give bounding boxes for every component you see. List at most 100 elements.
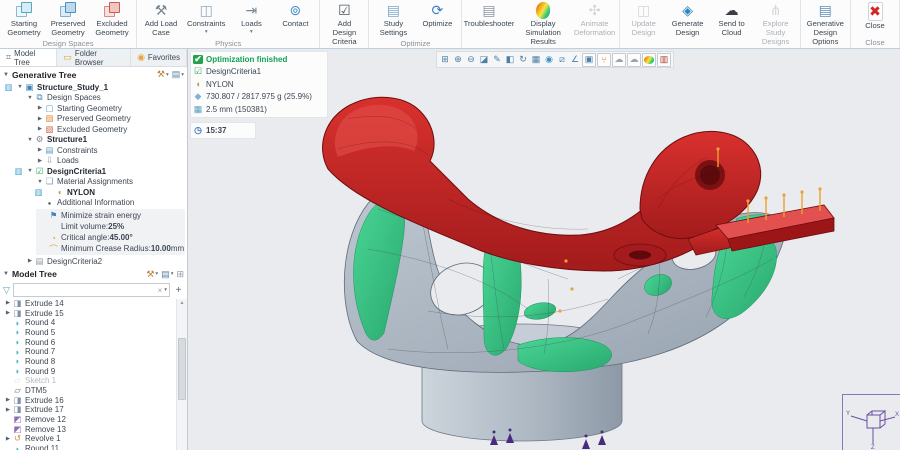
orientation-triad[interactable]: X Y Z (842, 394, 900, 450)
filter-dropdown-icon[interactable]: ▾ (164, 287, 167, 293)
dropdown-caret-icon[interactable]: ▾ (250, 29, 253, 35)
zoom-out-icon[interactable]: ⊖ (465, 54, 477, 66)
sidebar-tab-folder-browser[interactable]: ▭Folder Browser (57, 49, 131, 66)
tree-item-minimize-strain-energy[interactable]: ⚑Minimize strain energy (38, 210, 183, 221)
tree-item-design-spaces[interactable]: ▼⧉Design Spaces (0, 93, 187, 104)
add-filter-button[interactable]: + (173, 285, 184, 296)
optimize-button[interactable]: ⟳Optimize (415, 1, 459, 30)
send-to-cloud-button[interactable]: ☁Send to Cloud (710, 1, 754, 39)
collapse-arrow-icon[interactable]: ▼ (16, 84, 24, 90)
generative-design-options-button[interactable]: ▤Generative Design Options (803, 1, 848, 48)
scrollbar[interactable]: ▲ (176, 299, 187, 450)
tree-item-revolve-1[interactable]: ▶↺Revolve 1 (0, 434, 177, 444)
sidebar-tab-favorites[interactable]: ◉Favorites (131, 49, 187, 66)
tree-item-structure-study-1[interactable]: ▥▼▣Structure_Study_1 (0, 82, 187, 93)
tree-item-sketch-1[interactable]: ▱Sketch 1 (0, 376, 177, 386)
troubleshooter-button[interactable]: ▤Troubleshooter (464, 1, 513, 30)
simulation-display-icon[interactable] (642, 53, 656, 67)
zoom-in-icon[interactable]: ⊕ (452, 54, 464, 66)
tree-settings-caret-icon[interactable]: ▾ (155, 271, 158, 277)
tree-search-icon[interactable]: ⊞ (176, 269, 184, 280)
tree-item-round-4[interactable]: ◗Round 4 (0, 318, 177, 328)
tree-item-preserved-geometry[interactable]: ▶▨Preserved Geometry (0, 114, 187, 125)
tree-item-extrude-14[interactable]: ▶◨Extrude 14 (0, 299, 177, 309)
tree-item-extrude-15[interactable]: ▶◨Extrude 15 (0, 308, 177, 318)
expand-arrow-icon[interactable]: ▶ (36, 158, 44, 164)
expand-arrow-icon[interactable]: ▶ (4, 300, 12, 306)
tree-item-round-8[interactable]: ◗Round 8 (0, 357, 177, 367)
annotate-icon[interactable]: ✎ (491, 54, 503, 66)
tree-display-icon[interactable]: ▤ (161, 269, 170, 280)
display-style-icon[interactable]: ◉ (543, 54, 555, 66)
tree-item-loads[interactable]: ▶⇩Loads (0, 156, 187, 167)
section-icon[interactable]: ⧄ (556, 54, 568, 66)
tree-item-designcriteria2[interactable]: ▶▤DesignCriteria2 (0, 256, 187, 267)
expand-arrow-icon[interactable]: ▶ (4, 397, 12, 403)
expand-arrow-icon[interactable]: ▶ (4, 407, 12, 413)
tree-item-round-6[interactable]: ◗Round 6 (0, 337, 177, 347)
expand-arrow-icon[interactable]: ▶ (26, 258, 34, 264)
collapse-caret-icon[interactable]: ▼ (3, 271, 9, 277)
model-tree-header[interactable]: ▼ Model Tree ⚒▾ ▤▾ ⊞ (0, 267, 187, 282)
collapse-arrow-icon[interactable]: ▼ (26, 137, 34, 143)
tree-item-round-5[interactable]: ◗Round 5 (0, 328, 177, 338)
expand-arrow-icon[interactable]: ▶ (4, 310, 12, 316)
orbit-icon[interactable]: ↻ (517, 54, 529, 66)
display-simulation-results-button[interactable]: Display Simulation Results (514, 1, 573, 48)
generate-design-button[interactable]: ◈Generate Design (666, 1, 710, 39)
collapse-arrow-icon[interactable]: ▼ (26, 95, 34, 101)
tree-display-icon[interactable]: ▤ (172, 69, 181, 80)
constraints-button[interactable]: ◫Constraints▾ (183, 1, 229, 36)
tree-item-material-assignments[interactable]: ▼❏Material Assignments (0, 177, 187, 188)
tree-item-remove-13[interactable]: ◩Remove 13 (0, 424, 177, 434)
tree-item-excluded-geometry[interactable]: ▶▧Excluded Geometry (0, 124, 187, 135)
generative-tree-header[interactable]: ▼ Generative Tree ⚒▾ ▤▾ (0, 67, 187, 82)
collapse-arrow-icon[interactable]: ▼ (36, 179, 44, 185)
scrollbar-thumb[interactable] (178, 338, 186, 401)
show-loads-icon[interactable]: ⑂ (597, 53, 611, 67)
filter-input[interactable]: × ▾ (13, 283, 170, 297)
snapshot-icon[interactable]: ▦ (530, 54, 542, 66)
cloud-results-icon[interactable]: ☁ (627, 53, 641, 67)
starting-geometry-button[interactable]: Starting Geometry (2, 1, 46, 39)
tree-item-extrude-16[interactable]: ▶◨Extrude 16 (0, 395, 177, 405)
expand-arrow-icon[interactable]: ▶ (36, 147, 44, 153)
tree-item-round-11[interactable]: ◗Round 11 (0, 444, 177, 450)
sidebar-tab-model-tree[interactable]: ⌗Model Tree (0, 49, 57, 66)
tree-item-additional-information[interactable]: ▪Additional Information (0, 198, 187, 209)
collapse-caret-icon[interactable]: ▼ (3, 72, 9, 78)
filter-funnel-icon[interactable]: ▽ (3, 285, 10, 296)
tree-settings-icon[interactable]: ⚒ (146, 269, 154, 280)
excluded-geometry-button[interactable]: Excluded Geometry (90, 1, 134, 39)
scrollbar-up-icon[interactable]: ▲ (177, 299, 187, 308)
tree-item-starting-geometry[interactable]: ▶▢Starting Geometry (0, 103, 187, 114)
collapse-arrow-icon[interactable]: ▼ (26, 168, 34, 174)
viewport-3d[interactable]: ✔Optimization finished☑DesignCriteria1◖N… (188, 49, 900, 450)
tree-item-minimum-crease-radius[interactable]: ⌒Minimum Crease Radius: 10.00 mm (38, 243, 183, 254)
loads-button[interactable]: ⇥Loads▾ (229, 1, 273, 36)
tree-display-caret-icon[interactable]: ▾ (171, 271, 174, 277)
clear-filter-icon[interactable]: × (156, 286, 165, 295)
preserved-geometry-button[interactable]: Preserved Geometry (46, 1, 90, 39)
tree-item-limit-volume[interactable]: Limit volume: 25% (38, 221, 183, 232)
zoom-window-icon[interactable]: ⊞ (439, 54, 451, 66)
tree-item-round-9[interactable]: ◗Round 9 (0, 366, 177, 376)
show-design-space-icon[interactable]: ▣ (582, 53, 596, 67)
expand-arrow-icon[interactable]: ▶ (4, 436, 12, 442)
tree-item-remove-12[interactable]: ◩Remove 12 (0, 415, 177, 425)
tree-item-dtm5[interactable]: ▱DTM5 (0, 386, 177, 396)
tree-settings-caret-icon[interactable]: ▾ (166, 72, 169, 78)
tree-display-caret-icon[interactable]: ▾ (181, 72, 184, 78)
tree-item-nylon[interactable]: ▥◖NYLON (0, 187, 187, 198)
tree-item-extrude-17[interactable]: ▶◨Extrude 17 (0, 405, 177, 415)
cloud-status-icon[interactable]: ☁ (612, 53, 626, 67)
expand-arrow-icon[interactable]: ▶ (36, 105, 44, 111)
tree-settings-icon[interactable]: ⚒ (157, 69, 165, 80)
tree-item-round-7[interactable]: ◗Round 7 (0, 347, 177, 357)
add-design-criteria-button[interactable]: ☑Add Design Criteria (322, 1, 366, 48)
tree-item-constraints[interactable]: ▶▤Constraints (0, 145, 187, 156)
close-button[interactable]: ✖Close (853, 1, 897, 32)
expand-arrow-icon[interactable]: ▶ (36, 116, 44, 122)
tree-item-designcriteria1[interactable]: ▥▼☑DesignCriteria1 (0, 166, 187, 177)
result-chart-icon[interactable]: ▥ (657, 53, 671, 67)
